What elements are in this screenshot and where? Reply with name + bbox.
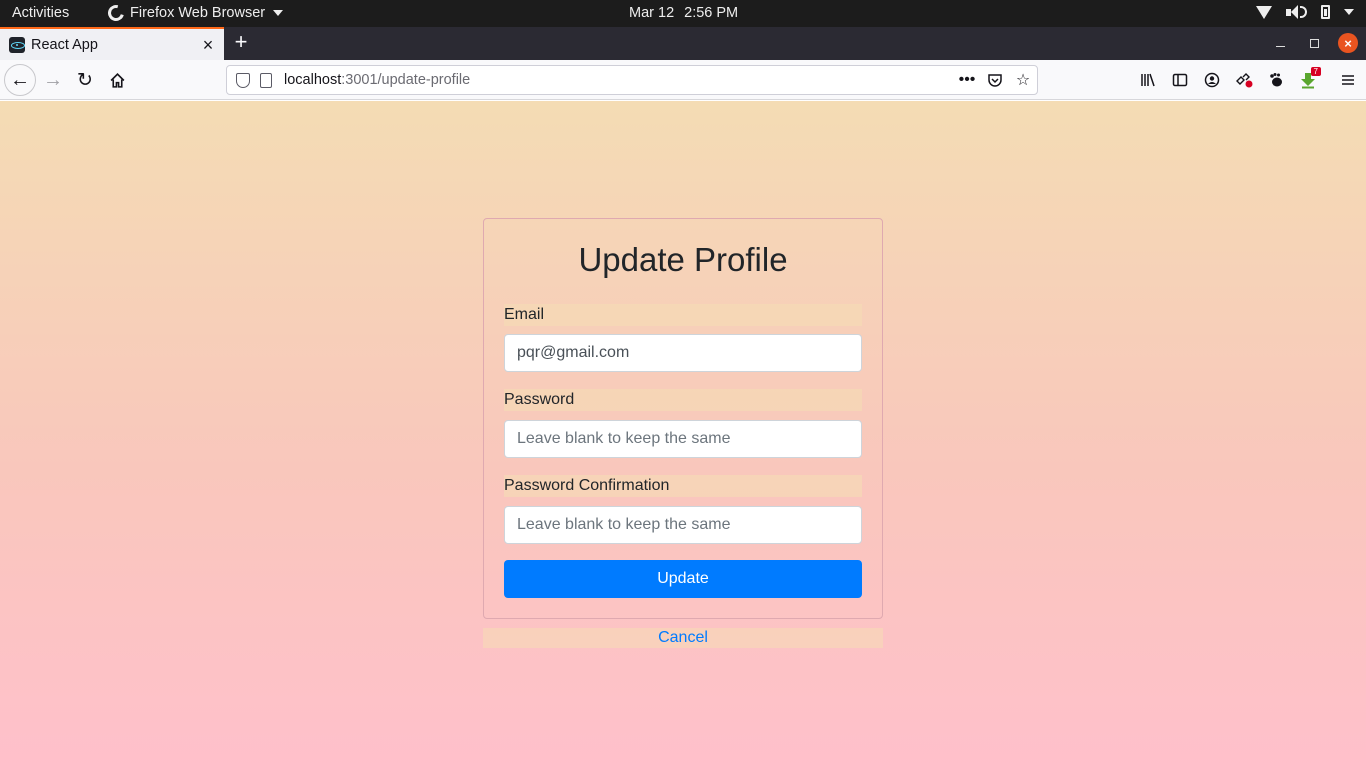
email-field[interactable] (504, 334, 862, 372)
minimize-button[interactable] (1270, 33, 1290, 53)
password-field[interactable] (504, 420, 862, 458)
chevron-down-icon (273, 10, 284, 16)
app-menu[interactable]: Firefox Web Browser (105, 2, 284, 24)
hamburger-menu-icon[interactable] (1332, 64, 1364, 96)
download-icon[interactable]: 7 (1292, 64, 1324, 96)
back-button[interactable] (4, 64, 36, 96)
downloads-badge: 7 (1310, 67, 1321, 76)
url-path: :3001/update-profile (341, 72, 471, 88)
sidebar-icon[interactable] (1164, 64, 1196, 96)
tab-title: React App (31, 36, 98, 53)
email-label: Email (504, 304, 862, 326)
forward-button[interactable] (37, 64, 69, 96)
clock-time: 2:56 PM (684, 5, 739, 21)
clock[interactable]: Mar 12 2:56 PM (629, 5, 738, 21)
url-text[interactable]: localhost:3001/update-profile (284, 72, 953, 88)
app-menu-label: Firefox Web Browser (130, 5, 266, 21)
account-icon[interactable] (1196, 64, 1228, 96)
navigation-toolbar: localhost:3001/update-profile ••• ☆ 7 (0, 60, 1366, 100)
page-info-icon[interactable] (260, 72, 272, 88)
chevron-down-icon (1344, 9, 1354, 15)
url-host: localhost (284, 72, 342, 88)
page-content: Update Profile Email Password Password C… (0, 101, 1366, 768)
pocket-icon[interactable] (981, 68, 1009, 92)
toolbar-icons: 7 (1132, 64, 1364, 96)
react-favicon-icon (9, 36, 25, 53)
password-confirmation-field[interactable] (504, 506, 862, 544)
volume-icon (1286, 5, 1307, 19)
battery-icon (1321, 5, 1330, 19)
system-tray[interactable] (1256, 5, 1354, 19)
home-button[interactable] (101, 64, 133, 96)
library-icon[interactable] (1132, 64, 1164, 96)
page-actions-icon[interactable]: ••• (953, 68, 981, 92)
tab-react-app[interactable]: React App × (0, 27, 224, 60)
close-tab-icon[interactable]: × (198, 35, 218, 55)
url-bar[interactable]: localhost:3001/update-profile ••• ☆ (226, 65, 1038, 95)
bookmark-star-icon[interactable]: ☆ (1009, 68, 1037, 92)
system-top-bar: Activities Firefox Web Browser Mar 12 2:… (0, 0, 1366, 27)
clock-date: Mar 12 (629, 5, 675, 21)
cancel-row: Cancel (483, 628, 883, 648)
maximize-button[interactable] (1304, 33, 1324, 53)
wifi-icon (1256, 5, 1272, 19)
tab-strip: React App × + × (0, 27, 1366, 60)
password-confirmation-label: Password Confirmation (504, 475, 862, 497)
update-button[interactable]: Update (504, 560, 862, 598)
new-tab-button[interactable]: + (229, 31, 253, 55)
page-title: Update Profile (578, 241, 788, 278)
close-window-button[interactable]: × (1338, 33, 1358, 53)
home-icon (110, 72, 124, 88)
tracking-protection-icon[interactable] (236, 72, 250, 88)
password-label: Password (504, 389, 862, 411)
activities-button[interactable]: Activities (12, 5, 69, 21)
update-profile-card: Update Profile Email Password Password C… (483, 218, 883, 619)
reload-button[interactable] (69, 64, 101, 96)
gnome-extension-icon[interactable] (1260, 64, 1292, 96)
firefox-icon (105, 2, 127, 24)
cancel-link[interactable]: Cancel (658, 629, 708, 646)
extension-icon[interactable] (1228, 64, 1260, 96)
